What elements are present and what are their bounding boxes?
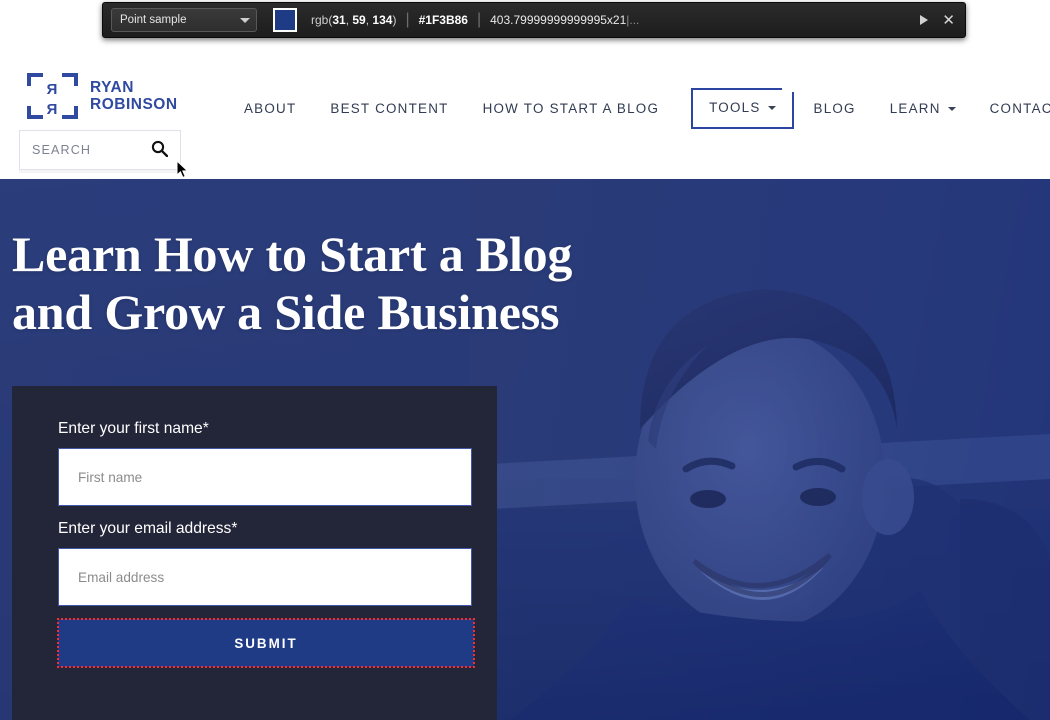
rgb-readout: rgb(31, 59, 134) (311, 13, 397, 27)
rgb-r: 31 (332, 13, 346, 27)
mouse-cursor (176, 160, 189, 179)
site-logo[interactable]: R R RYAN ROBINSON (26, 72, 178, 120)
readout-separator-1: | (405, 11, 410, 28)
main-navigation: ABOUT BEST CONTENT HOW TO START A BLOG T… (244, 80, 1050, 136)
search-input[interactable]: SEARCH (19, 130, 181, 170)
nav-label: HOW TO START A BLOG (482, 100, 660, 116)
page-root: R R RYAN ROBINSON ABOUT BEST CONTENT HOW… (0, 0, 1050, 720)
rgb-suffix: ) (392, 13, 397, 27)
close-icon[interactable]: ✕ (942, 13, 955, 28)
logo-line-2: ROBINSON (90, 96, 178, 113)
nav-item-about[interactable]: ABOUT (244, 89, 296, 128)
email-field[interactable]: Email address (58, 548, 472, 606)
svg-text:R: R (46, 101, 57, 118)
rgb-prefix: rgb( (311, 13, 333, 27)
nav-item-contact[interactable]: CONTACT (990, 89, 1050, 128)
chevron-down-icon (767, 106, 776, 110)
nav-item-best-content[interactable]: BEST CONTENT (330, 89, 448, 128)
sample-mode-select[interactable]: Point sample (111, 8, 257, 32)
nav-item-how-to-start-a-blog[interactable]: HOW TO START A BLOG (483, 89, 660, 128)
first-name-placeholder: First name (78, 469, 143, 485)
nav-item-tools[interactable]: TOOLS (691, 87, 794, 129)
readout-overflow-ellipsis: |... (626, 13, 640, 27)
logo-wordmark: RYAN ROBINSON (90, 79, 178, 113)
color-swatch[interactable] (273, 8, 297, 32)
submit-button-label: SUBMIT (234, 635, 298, 651)
search-underline (19, 170, 181, 173)
readout-separator-2: | (476, 11, 482, 28)
dimensions-readout: 403.79999999999995x21 (490, 13, 627, 27)
site-header: R R RYAN ROBINSON ABOUT BEST CONTENT HOW… (0, 40, 1050, 179)
nav-item-learn[interactable]: LEARN (890, 89, 956, 128)
nav-item-blog[interactable]: BLOG (814, 89, 856, 128)
logo-line-1: RYAN (90, 79, 134, 96)
email-placeholder: Email address (78, 569, 165, 585)
logo-mark-icon: R R (26, 72, 79, 120)
color-picker-toolbar[interactable]: Point sample rgb(31, 59, 134) | #1F3B86 … (102, 2, 966, 38)
chevron-down-icon (947, 107, 956, 111)
submit-button-wrapper: SUBMIT (57, 618, 475, 668)
first-name-field[interactable]: First name (58, 448, 472, 506)
nav-label: BEST CONTENT (330, 100, 449, 116)
first-name-label: Enter your first name* (58, 420, 209, 437)
email-label: Enter your email address* (58, 520, 238, 537)
hero-section: Learn How to Start a Blog and Grow a Sid… (0, 179, 1050, 720)
chevron-down-icon (240, 17, 250, 23)
search-icon[interactable] (151, 140, 169, 160)
toolbar-controls: ✕ (920, 13, 957, 28)
play-triangle-icon[interactable] (920, 15, 929, 25)
nav-label: ABOUT (244, 100, 297, 116)
nav-label: BLOG (813, 100, 856, 116)
nav-label: TOOLS (709, 99, 761, 115)
hero-headline: Learn How to Start a Blog and Grow a Sid… (12, 225, 632, 341)
hero-headline-line-2: and Grow a Side Business (12, 284, 560, 340)
svg-text:R: R (46, 81, 57, 98)
hero-headline-line-1: Learn How to Start a Blog (12, 226, 573, 282)
rgb-b: 134 (372, 13, 393, 27)
hex-readout: #1F3B86 (418, 13, 468, 27)
rgb-g: 59 (352, 13, 366, 27)
sample-mode-label: Point sample (120, 14, 187, 26)
signup-form-panel: Enter your first name* First name Enter … (12, 386, 497, 720)
nav-label: CONTACT (989, 100, 1050, 116)
submit-button[interactable]: SUBMIT (58, 619, 474, 667)
nav-label: LEARN (889, 100, 941, 116)
search-placeholder: SEARCH (32, 143, 92, 157)
